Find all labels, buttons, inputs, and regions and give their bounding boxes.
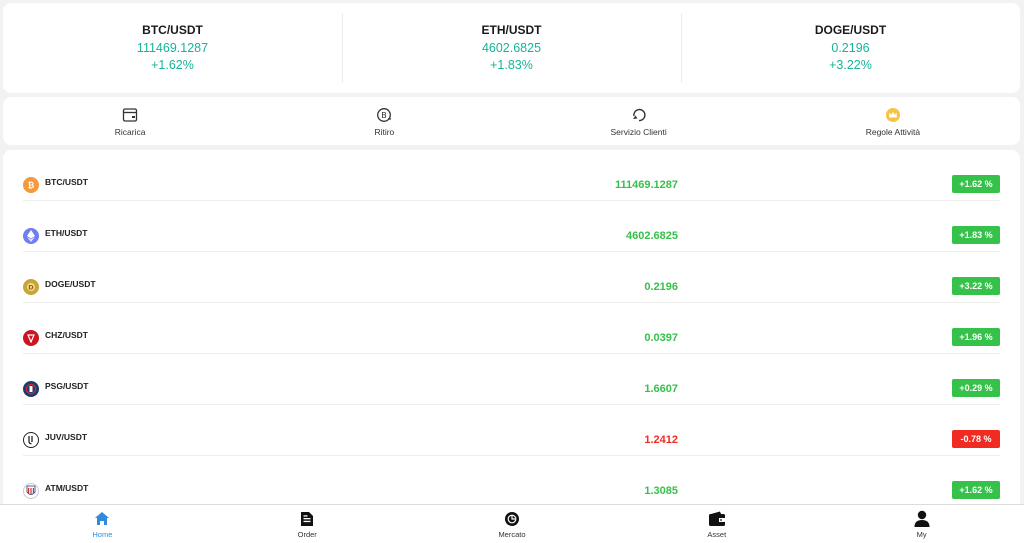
change-badge: +1.62 % — [952, 481, 1000, 499]
market-symbol: CHZ/USDT — [45, 330, 88, 340]
ticker-price: 0.2196 — [831, 40, 870, 55]
svg-text:₿: ₿ — [28, 181, 35, 190]
tab-asset[interactable]: Asset — [614, 505, 819, 543]
market-price: 0.2196 — [644, 281, 678, 293]
ticker-pair: DOGE/USDT — [814, 22, 887, 37]
change-badge: +0.29 % — [952, 379, 1000, 397]
tab-home[interactable]: Home — [0, 505, 205, 543]
recharge-button[interactable]: Ricarica — [3, 97, 257, 145]
chiliz-icon — [23, 330, 39, 346]
market-row-btc[interactable]: ₿ BTC/USDT 111469.1287 +1.62 % — [23, 150, 1000, 201]
bitcoin-icon: ₿ — [23, 177, 39, 193]
market-icon — [503, 510, 521, 528]
juventus-icon — [23, 432, 39, 448]
wallet-card-icon — [121, 106, 139, 124]
wallet-icon — [708, 510, 726, 528]
tab-mercato[interactable]: Mercato — [410, 505, 615, 543]
market-list: ₿ BTC/USDT 111469.1287 +1.62 % ETH/USDT … — [3, 150, 1020, 510]
ticker-eth[interactable]: ETH/USDT 4602.6825 +1.83% — [342, 3, 681, 93]
tab-label: My — [916, 529, 927, 539]
market-row-psg[interactable]: PSG/USDT 1.6607 +0.29 % — [23, 354, 1000, 405]
change-badge: +1.83 % — [952, 226, 1000, 244]
ticker-pair: BTC/USDT — [142, 22, 203, 37]
dogecoin-icon: D — [23, 279, 39, 295]
market-symbol: JUV/USDT — [45, 432, 88, 442]
ticker-pair: ETH/USDT — [481, 22, 542, 37]
customer-service-button[interactable]: Servizio Clienti — [512, 97, 766, 145]
ticker-doge[interactable]: DOGE/USDT 0.2196 +3.22% — [681, 3, 1020, 93]
market-row-atm[interactable]: ATM/USDT 1.3085 +1.62 % — [23, 456, 1000, 507]
market-row-juv[interactable]: JUV/USDT 1.2412 -0.78 % — [23, 405, 1000, 456]
ticker-change: +1.83% — [490, 57, 533, 72]
market-price: 111469.1287 — [614, 179, 678, 191]
withdraw-button[interactable]: B Ritiro — [257, 97, 511, 145]
ethereum-icon — [23, 228, 39, 244]
svg-text:D: D — [28, 284, 34, 292]
market-price: 1.2412 — [644, 434, 678, 446]
order-document-icon — [298, 510, 316, 528]
market-symbol: ETH/USDT — [45, 228, 88, 238]
action-label: Regole Attività — [865, 126, 921, 137]
psg-icon — [23, 381, 39, 397]
tab-label: Mercato — [498, 529, 526, 539]
ticker-summary: BTC/USDT 111469.1287 +1.62% ETH/USDT 460… — [3, 3, 1020, 93]
market-symbol: DOGE/USDT — [45, 279, 96, 289]
ticker-change: +1.62% — [151, 57, 194, 72]
market-price: 0.0397 — [644, 332, 678, 344]
withdraw-icon: B — [375, 106, 393, 124]
bottom-tab-bar: Home Order Mercato Asset My — [0, 504, 1024, 543]
market-symbol: ATM/USDT — [45, 483, 89, 493]
market-row-eth[interactable]: ETH/USDT 4602.6825 +1.83 % — [23, 201, 1000, 252]
change-badge: -0.78 % — [952, 430, 1000, 448]
market-symbol: PSG/USDT — [45, 381, 89, 391]
market-row-doge[interactable]: D DOGE/USDT 0.2196 +3.22 % — [23, 252, 1000, 303]
market-symbol: BTC/USDT — [45, 177, 88, 187]
change-badge: +1.62 % — [952, 175, 1000, 193]
change-badge: +3.22 % — [952, 277, 1000, 295]
quick-actions: Ricarica B Ritiro Servizio Clienti Regol… — [3, 97, 1020, 145]
change-badge: +1.96 % — [952, 328, 1000, 346]
customer-service-icon — [630, 106, 648, 124]
home-icon — [93, 510, 111, 528]
market-row-chz[interactable]: CHZ/USDT 0.0397 +1.96 % — [23, 303, 1000, 354]
market-price: 4602.6825 — [626, 230, 678, 242]
ticker-price: 4602.6825 — [481, 40, 542, 55]
action-label: Ricarica — [114, 126, 146, 137]
market-price: 1.6607 — [644, 383, 678, 395]
tab-my[interactable]: My — [819, 505, 1024, 543]
ticker-price: 111469.1287 — [136, 40, 209, 55]
ticker-change: +3.22% — [829, 57, 872, 72]
tab-label: Order — [297, 529, 317, 539]
atletico-icon — [23, 483, 39, 499]
action-label: Ritiro — [374, 126, 395, 137]
svg-text:B: B — [382, 111, 388, 120]
ticker-btc[interactable]: BTC/USDT 111469.1287 +1.62% — [3, 3, 342, 93]
activity-rules-crown-icon — [884, 106, 902, 124]
action-label: Servizio Clienti — [610, 126, 667, 137]
activity-rules-button[interactable]: Regole Attività — [766, 97, 1020, 145]
market-price: 1.3085 — [644, 485, 678, 497]
user-icon — [913, 510, 931, 528]
tab-label: Asset — [707, 529, 727, 539]
tab-order[interactable]: Order — [205, 505, 410, 543]
tab-label: Home — [92, 529, 113, 539]
